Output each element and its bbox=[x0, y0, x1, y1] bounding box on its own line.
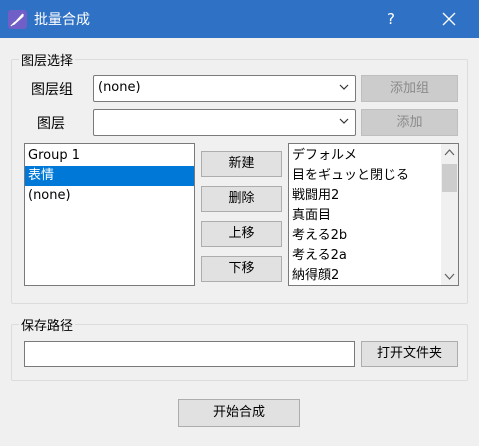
list-item[interactable]: 目をギュッと閉じる bbox=[289, 166, 439, 186]
layer-list[interactable]: デフォルメ 目をギュッと閉じる 戦闘用2 真面目 考える2b 考える2a 納得顔… bbox=[288, 143, 459, 286]
save-path-title: 保存路径 bbox=[19, 315, 76, 334]
layer-group-list[interactable]: Group 1 表情 (none) bbox=[24, 143, 195, 286]
layer-dropdown[interactable] bbox=[93, 109, 356, 136]
layer-group-value: (none) bbox=[98, 80, 141, 95]
close-icon[interactable] bbox=[426, 0, 472, 38]
add-group-button[interactable]: 添加组 bbox=[361, 75, 458, 102]
vertical-scrollbar[interactable] bbox=[441, 144, 458, 285]
help-button[interactable]: ? bbox=[374, 0, 408, 38]
move-up-button[interactable]: 上移 bbox=[201, 221, 282, 247]
list-item[interactable]: Group 1 bbox=[25, 146, 194, 166]
layer-group-label: 图层组 bbox=[31, 82, 73, 98]
feather-pen-icon bbox=[8, 10, 27, 29]
start-merge-button[interactable]: 开始合成 bbox=[178, 399, 300, 427]
new-button[interactable]: 新建 bbox=[201, 151, 282, 177]
window-title: 批量合成 bbox=[34, 12, 90, 28]
chevron-down-icon bbox=[339, 118, 349, 124]
scroll-up-arrow-icon[interactable] bbox=[441, 144, 458, 161]
list-item[interactable]: 戦闘用2 bbox=[289, 186, 439, 206]
scroll-down-arrow-icon[interactable] bbox=[441, 268, 458, 285]
list-item[interactable]: 納得顔2 bbox=[289, 266, 439, 285]
move-down-button[interactable]: 下移 bbox=[201, 256, 282, 282]
list-item[interactable]: 考える2a bbox=[289, 246, 439, 266]
chevron-down-icon bbox=[339, 84, 349, 90]
add-layer-button[interactable]: 添加 bbox=[361, 109, 458, 136]
layer-label: 图层 bbox=[37, 116, 65, 132]
layer-group-dropdown[interactable]: (none) bbox=[93, 75, 356, 102]
layer-selection-title: 图层选择 bbox=[19, 50, 76, 69]
list-item[interactable]: 考える2b bbox=[289, 226, 439, 246]
list-item[interactable]: デフォルメ bbox=[289, 146, 439, 166]
list-item[interactable]: (none) bbox=[25, 186, 194, 206]
scrollbar-thumb[interactable] bbox=[442, 164, 457, 192]
layer-list-items: デフォルメ 目をギュッと閉じる 戦闘用2 真面目 考える2b 考える2a 納得顔… bbox=[289, 146, 439, 285]
save-path-input[interactable] bbox=[24, 341, 355, 367]
open-folder-button[interactable]: 打开文件夹 bbox=[361, 341, 458, 367]
list-item[interactable]: 真面目 bbox=[289, 206, 439, 226]
list-item-selected[interactable]: 表情 bbox=[25, 166, 194, 186]
delete-button[interactable]: 删除 bbox=[201, 186, 282, 212]
